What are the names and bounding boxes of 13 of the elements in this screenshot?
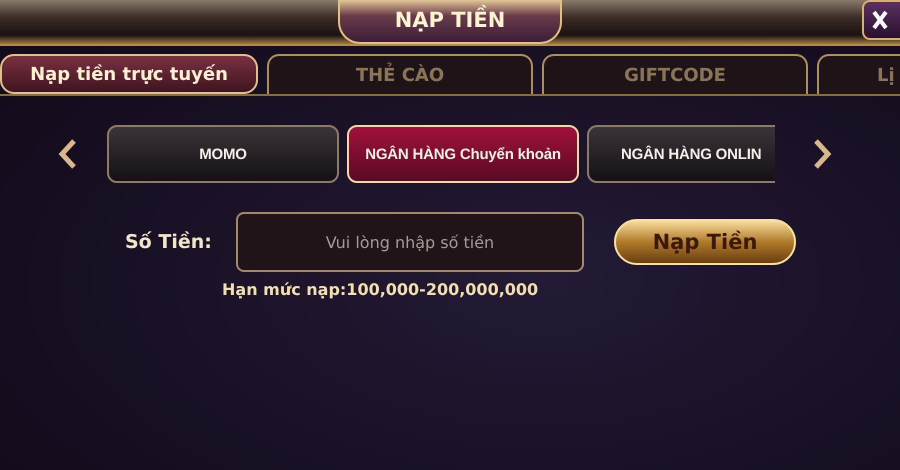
amount-field[interactable]: Vui lòng nhập số tiền — [236, 212, 584, 272]
close-icon — [872, 10, 888, 30]
tab[interactable]: THẺ CÀO — [267, 54, 533, 94]
tab[interactable]: Nạp tiền trực tuyến — [0, 54, 258, 94]
payment-method-tab[interactable]: NGÂN HÀNG ONLIN — [587, 125, 775, 183]
payment-method-tab[interactable]: MOMO — [107, 125, 339, 183]
payment-method-tab[interactable]: NGÂN HÀNG Chuyển khoản — [347, 125, 579, 183]
amount-label: Số Tiền: — [125, 231, 213, 253]
tab[interactable]: Lị — [817, 54, 900, 94]
deposit-button[interactable]: Nạp Tiền — [614, 219, 796, 265]
window-title: NẠP TIỀN — [338, 0, 562, 44]
tab[interactable]: GIFTCODE — [542, 54, 808, 94]
limit-text: Hạn mức nạp:100,000-200,000,000 — [222, 280, 540, 299]
